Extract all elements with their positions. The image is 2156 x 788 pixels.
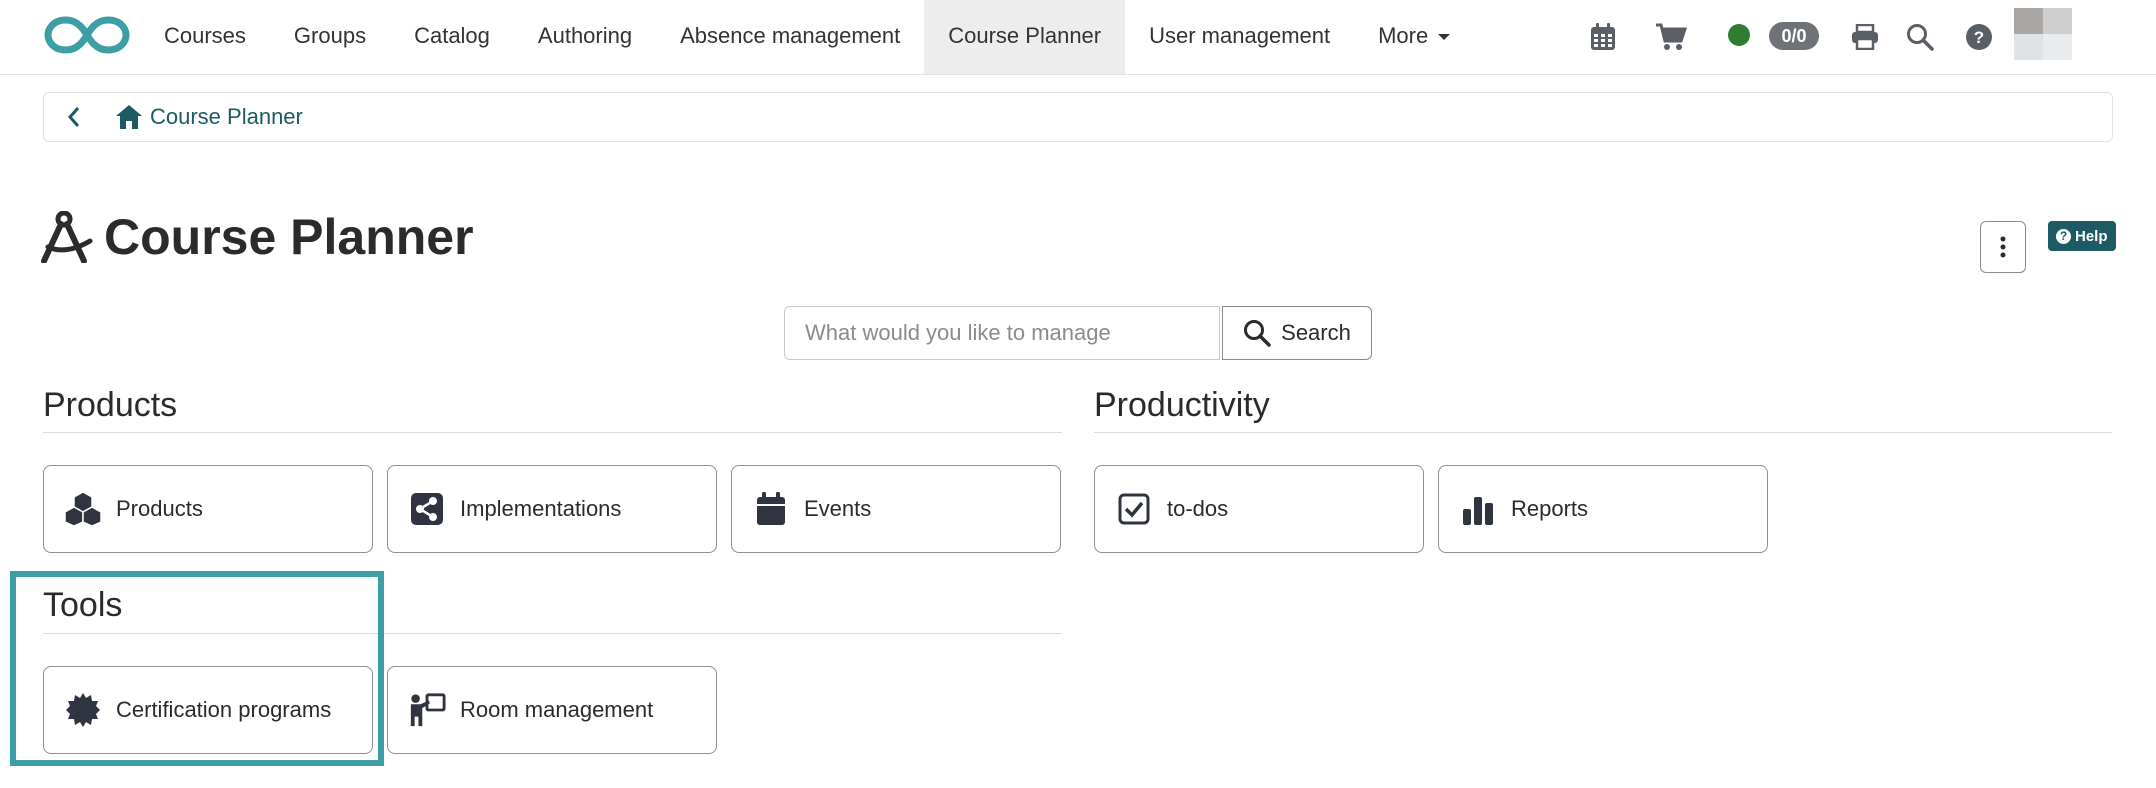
calendar-icon[interactable]: [1584, 18, 1622, 56]
nav-label: User management: [1149, 23, 1331, 48]
more-options-button[interactable]: [1980, 221, 2026, 273]
tile-label: Implementations: [460, 496, 622, 521]
nav-user-management[interactable]: User management: [1125, 0, 1354, 74]
search-icon: [1244, 320, 1271, 347]
tile-reports[interactable]: Reports: [1438, 465, 1768, 553]
nav-more[interactable]: More: [1354, 0, 1474, 74]
highlight-frame: [10, 571, 384, 766]
main-nav: Courses Groups Catalog Authoring Absence…: [140, 0, 1474, 74]
nav-courses[interactable]: Courses: [140, 0, 270, 74]
avatar[interactable]: [2014, 8, 2072, 60]
calendar-icon: [752, 490, 790, 528]
tile-label: to-dos: [1167, 496, 1229, 521]
question-icon: ?: [2056, 228, 2071, 244]
back-chevron-icon[interactable]: [54, 97, 94, 137]
search-icon[interactable]: [1901, 18, 1939, 56]
print-icon[interactable]: [1846, 18, 1884, 56]
nav-absence-management[interactable]: Absence management: [656, 0, 924, 74]
share-icon: [408, 490, 446, 528]
notification-counter[interactable]: 0/0: [1769, 22, 1819, 50]
nav-label: Absence management: [680, 23, 901, 48]
caret-down-icon: [1438, 34, 1451, 41]
breadcrumb: Course Planner: [43, 92, 2113, 142]
cart-icon[interactable]: [1652, 18, 1690, 56]
tile-products[interactable]: Products: [43, 465, 373, 553]
bar-chart-icon: [1459, 490, 1497, 528]
help-circle-icon[interactable]: ?: [1960, 18, 1998, 56]
help-button[interactable]: ? Help: [2048, 221, 2116, 251]
nav-catalog[interactable]: Catalog: [390, 0, 514, 74]
section-heading-products: Products: [43, 386, 178, 424]
nav-label: Courses: [164, 23, 246, 48]
nav-authoring[interactable]: Authoring: [514, 0, 656, 74]
nav-label: Authoring: [537, 23, 633, 48]
top-navigation: Courses Groups Catalog Authoring Absence…: [0, 0, 2156, 75]
tile-label: Events: [804, 496, 872, 521]
search-button-label: Search: [1281, 320, 1351, 345]
search-button[interactable]: Search: [1222, 306, 1372, 360]
online-status-icon[interactable]: [1728, 24, 1750, 46]
cubes-icon: [64, 490, 102, 528]
section-heading-productivity: Productivity: [1094, 386, 1270, 424]
search-input[interactable]: [784, 306, 1220, 360]
tile-label: Room management: [460, 697, 654, 722]
section-divider: [1094, 432, 2112, 433]
nav-course-planner[interactable]: Course Planner: [924, 0, 1126, 74]
compass-drafting-icon: [41, 211, 93, 263]
nav-label: Groups: [293, 23, 367, 48]
nav-label: More: [1378, 23, 1429, 48]
checkbox-icon: [1115, 490, 1153, 528]
tile-room-management[interactable]: Room management: [387, 666, 717, 754]
breadcrumb-course-planner[interactable]: Course Planner: [150, 104, 303, 130]
svg-text:?: ?: [1974, 28, 1984, 47]
nav-groups[interactable]: Groups: [270, 0, 390, 74]
vertical-dots-icon: [2000, 236, 2006, 258]
nav-label: Course Planner: [948, 23, 1102, 48]
tile-implementations[interactable]: Implementations: [387, 465, 717, 553]
logo-icon[interactable]: [44, 12, 130, 58]
home-icon[interactable]: [112, 100, 146, 134]
page-header: Course Planner: [40, 208, 474, 266]
tile-to-dos[interactable]: to-dos: [1094, 465, 1424, 553]
section-divider: [43, 432, 1062, 433]
page-title: Course Planner: [104, 209, 474, 265]
tile-label: Products: [116, 496, 203, 521]
tile-label: Reports: [1511, 496, 1589, 521]
help-label: Help: [2075, 227, 2108, 245]
tile-events[interactable]: Events: [731, 465, 1061, 553]
presenter-icon: [408, 691, 446, 729]
nav-label: Catalog: [414, 23, 490, 48]
